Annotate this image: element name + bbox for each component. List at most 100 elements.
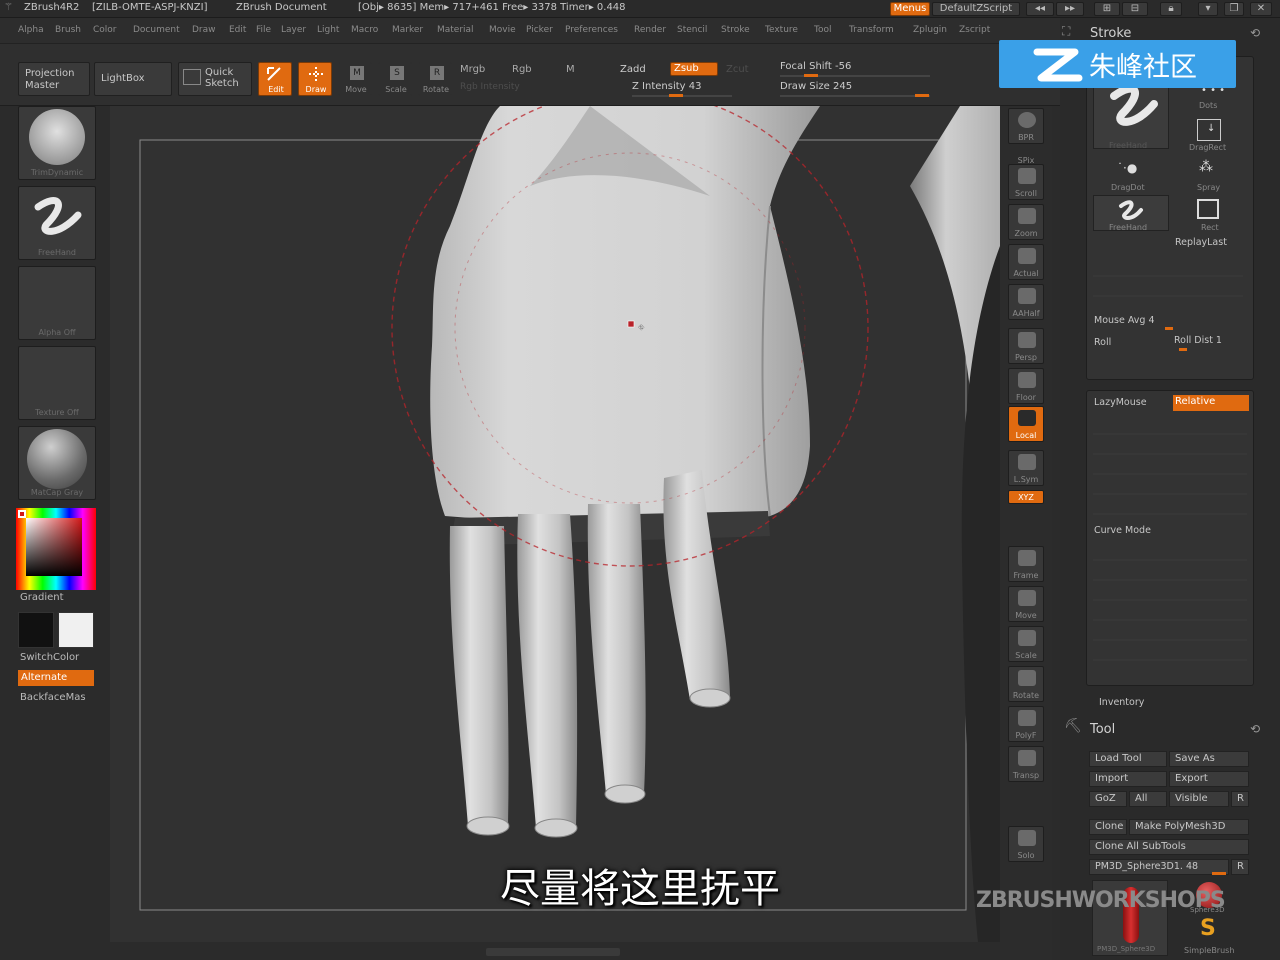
xyz-button[interactable]: XYZ (1008, 490, 1044, 504)
menu-document[interactable]: Document (133, 25, 180, 35)
menu-preferences[interactable]: Preferences (565, 25, 618, 35)
texture-thumbnail[interactable]: Texture Off (18, 346, 96, 420)
brush-thumbnail[interactable]: TrimDynamic (18, 106, 96, 180)
polyf-button[interactable]: PolyF (1008, 706, 1044, 742)
projection-master-button[interactable]: Projection Master (18, 62, 90, 96)
load-tool-button[interactable]: Load Tool (1089, 751, 1167, 767)
aahalf-button[interactable]: AAHalf (1008, 284, 1044, 320)
material-thumbnail[interactable]: MatCap Gray (18, 426, 96, 500)
replay-last-button[interactable]: ReplayLast (1175, 237, 1227, 248)
roll-toggle[interactable]: Roll (1094, 337, 1111, 348)
zoom-button[interactable]: Zoom (1008, 204, 1044, 240)
move-button[interactable]: Move (1008, 586, 1044, 622)
import-button[interactable]: Import (1089, 771, 1167, 787)
export-button[interactable]: Export (1169, 771, 1249, 787)
goz-r-button[interactable]: R (1231, 791, 1249, 807)
secondary-color-swatch[interactable] (58, 612, 94, 648)
menu-alpha[interactable]: Alpha (18, 25, 44, 35)
lock-icon[interactable]: 🔒︎ (1160, 2, 1182, 16)
rgb-intensity-slider[interactable]: Rgb Intensity (460, 82, 520, 92)
quick-sketch-button[interactable]: Quick Sketch (178, 62, 252, 96)
menus-button[interactable]: Menus (890, 2, 930, 16)
menu-picker[interactable]: Picker (526, 25, 553, 35)
move-button[interactable]: M Move (338, 62, 372, 96)
inventory-button[interactable]: Inventory (1099, 697, 1144, 708)
main-color-swatch[interactable] (18, 612, 54, 648)
menu-light[interactable]: Light (317, 25, 339, 35)
clone-all-subtools-button[interactable]: Clone All SubTools (1089, 839, 1249, 855)
relative-toggle[interactable]: Relative (1173, 395, 1249, 411)
bpr-button[interactable]: BPR (1008, 108, 1044, 144)
spray-icon[interactable]: ⁂ (1199, 159, 1213, 175)
menu-tool[interactable]: Tool (814, 25, 831, 35)
scroll-button[interactable]: Scroll (1008, 164, 1044, 200)
stroke-thumbnail[interactable]: FreeHand (18, 186, 96, 260)
menu-render[interactable]: Render (634, 25, 666, 35)
menu-zplugin[interactable]: Zplugin (913, 25, 947, 35)
restore-icon[interactable]: ❐ (1224, 2, 1244, 16)
edit-button[interactable]: Edit (258, 62, 292, 96)
canvas-scrollbar[interactable] (486, 948, 620, 956)
menu-transform[interactable]: Transform (849, 25, 894, 35)
focal-shift-slider[interactable]: Focal Shift -56 (780, 61, 930, 77)
menu-edit[interactable]: Edit (229, 25, 246, 35)
zsub-button[interactable]: Zsub (670, 62, 718, 76)
transp-button[interactable]: Transp (1008, 746, 1044, 782)
default-zscript-button[interactable]: DefaultZScript (932, 2, 1020, 16)
local-button[interactable]: Local (1008, 406, 1044, 442)
draw-button[interactable]: Draw (298, 62, 332, 96)
goz-visible-button[interactable]: Visible (1169, 791, 1229, 807)
mouse-avg-slider[interactable]: Mouse Avg 4 (1094, 315, 1155, 326)
stroke-panel-title[interactable]: Stroke (1090, 26, 1131, 41)
menu-material[interactable]: Material (437, 25, 474, 35)
actual-button[interactable]: Actual (1008, 244, 1044, 280)
mrgb-button[interactable]: Mrgb (460, 64, 485, 75)
layout2-icon[interactable]: ⊟ (1122, 2, 1148, 16)
tool-menu-icon[interactable]: ⛏ (1064, 718, 1082, 734)
menu-macro[interactable]: Macro (351, 25, 378, 35)
menu-zscript[interactable]: Zscript (959, 25, 990, 35)
scale-button[interactable]: Scale (1008, 626, 1044, 662)
hand-model[interactable]: ⛗ (110, 106, 1000, 942)
persp-button[interactable]: Persp (1008, 328, 1044, 364)
goz-all-button[interactable]: All (1129, 791, 1167, 807)
rect-icon[interactable] (1197, 199, 1219, 219)
frame-button[interactable]: Frame (1008, 546, 1044, 582)
menu-brush[interactable]: Brush (55, 25, 81, 35)
z-intensity-slider[interactable]: Z Intensity 43 (632, 81, 732, 97)
save-as-button[interactable]: Save As (1169, 751, 1249, 767)
menu-stencil[interactable]: Stencil (677, 25, 707, 35)
canvas-viewport[interactable]: ⛗ (110, 106, 1000, 942)
layout-icon[interactable]: ⊞ (1094, 2, 1120, 16)
switch-color-button[interactable]: SwitchColor (20, 652, 79, 663)
minimize-icon[interactable]: ▾ (1198, 2, 1218, 16)
alpha-thumbnail[interactable]: Alpha Off (18, 266, 96, 340)
menu-draw[interactable]: Draw (192, 25, 216, 35)
draw-size-slider[interactable]: Draw Size 245 (780, 81, 930, 97)
color-left-icon[interactable]: ◂◂ (1026, 2, 1054, 16)
tool-panel-title[interactable]: Tool (1090, 722, 1115, 737)
floor-button[interactable]: Floor (1008, 368, 1044, 404)
menu-color[interactable]: Color (93, 25, 117, 35)
rgb-button[interactable]: Rgb (512, 64, 532, 75)
color-square[interactable] (26, 518, 82, 576)
make-polymesh-button[interactable]: Make PolyMesh3D (1129, 819, 1249, 835)
dragdot-icon[interactable]: ˙·● (1117, 161, 1137, 175)
color-right-icon[interactable]: ▸▸ (1056, 2, 1084, 16)
menu-texture[interactable]: Texture (765, 25, 798, 35)
goz-button[interactable]: GoZ (1089, 791, 1127, 807)
simplebrush-icon[interactable]: S (1200, 916, 1216, 941)
m-button[interactable]: M (566, 64, 575, 75)
rotate-button[interactable]: R Rotate (418, 62, 452, 96)
lsym-button[interactable]: L.Sym (1008, 450, 1044, 486)
menu-movie[interactable]: Movie (489, 25, 516, 35)
menu-marker[interactable]: Marker (392, 25, 423, 35)
color-picker[interactable] (16, 508, 96, 590)
close-icon[interactable]: ✕ (1250, 2, 1272, 16)
zcut-button[interactable]: Zcut (726, 64, 749, 75)
dragrect-icon[interactable]: ↓ (1197, 119, 1221, 141)
lightbox-button[interactable]: LightBox (94, 62, 172, 96)
lazymouse-toggle[interactable]: LazyMouse (1094, 397, 1147, 408)
alternate-button[interactable]: Alternate (18, 670, 94, 686)
menu-stroke[interactable]: Stroke (721, 25, 750, 35)
